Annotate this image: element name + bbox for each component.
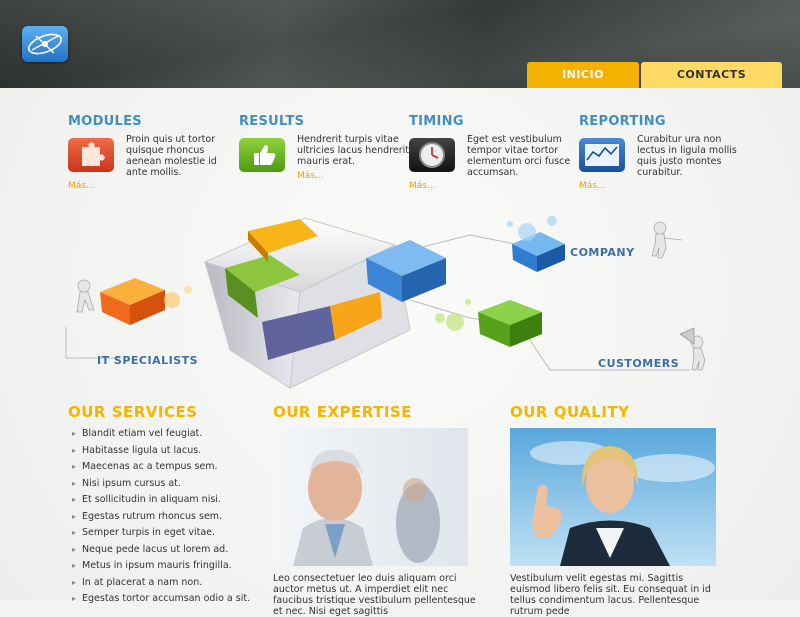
puzzle-icon xyxy=(68,138,114,172)
chart-icon xyxy=(579,138,625,172)
more-link[interactable]: Más... xyxy=(68,181,95,191)
feature-modules: MODULES Proin quis ut tortor quisque rho… xyxy=(68,114,238,191)
list-item[interactable]: Metus in ipsum mauris fringilla. xyxy=(72,559,250,576)
expertise-photo xyxy=(273,428,468,566)
feature-title: RESULTS xyxy=(239,114,305,129)
it-specialists-label: IT SPECIALISTS xyxy=(97,354,199,367)
list-item[interactable]: Nisi ipsum cursus at. xyxy=(72,477,250,494)
feature-text: Eget est vestibulum tempor vitae tortor … xyxy=(467,134,571,178)
feature-text: Proin quis ut tortor quisque rhoncus aen… xyxy=(126,134,217,178)
services-list: Blandit etiam vel feugiat. Habitasse lig… xyxy=(72,427,250,609)
feature-timing: TIMING Eget est vestibulum tempor vitae … xyxy=(409,114,579,191)
expertise-caption: Leo consectetuer leo duis aliquam orci a… xyxy=(273,573,476,617)
list-item[interactable]: Habitasse ligula ut lacus. xyxy=(72,444,250,461)
list-item[interactable]: Egestas rutrum rhoncus sem. xyxy=(72,510,250,527)
tab-inicio[interactable]: INICIO xyxy=(527,62,639,88)
list-item[interactable]: Semper turpis in eget vitae. xyxy=(72,526,250,543)
quality-caption: Vestibulum velit egestas mi. Sagittis eu… xyxy=(510,573,711,617)
quality-photo xyxy=(510,428,716,566)
list-item[interactable]: Egestas tortor accumsan odio a sit. xyxy=(72,592,250,609)
list-item[interactable]: In at placerat a nam non. xyxy=(72,576,250,593)
more-link[interactable]: Más... xyxy=(409,181,436,191)
quality-title: OUR QUALITY xyxy=(510,403,630,421)
list-item[interactable]: Blandit etiam vel feugiat. xyxy=(72,427,250,444)
feature-reporting: REPORTING Curabitur ura non lectus in li… xyxy=(579,114,749,191)
thumbs-up-icon xyxy=(239,138,285,172)
expertise-title: OUR EXPERTISE xyxy=(273,403,412,421)
clock-icon xyxy=(409,138,455,172)
services-title: OUR SERVICES xyxy=(68,403,198,421)
feature-text: Curabitur ura non lectus in ligula molli… xyxy=(637,134,737,178)
more-link[interactable]: Más... xyxy=(579,181,606,191)
list-item[interactable]: Maecenas ac a tempus sem. xyxy=(72,460,250,477)
tab-contacts[interactable]: CONTACTS xyxy=(641,62,782,88)
more-link[interactable]: Más... xyxy=(297,171,324,181)
customers-label: CUSTOMERS xyxy=(598,357,680,370)
feature-title: REPORTING xyxy=(579,114,666,129)
list-item[interactable]: Neque pede lacus ut lorem ad. xyxy=(72,543,250,560)
list-item[interactable]: Et sollicitudin in aliquam nisi. xyxy=(72,493,250,510)
company-label: COMPANY xyxy=(570,246,635,259)
feature-title: TIMING xyxy=(409,114,464,129)
logo-icon[interactable] xyxy=(22,26,68,62)
feature-text: Hendrerit turpis vitae ultricies lacus h… xyxy=(297,134,410,167)
feature-results: RESULTS Hendrerit turpis vitae ultricies… xyxy=(239,114,409,181)
feature-title: MODULES xyxy=(68,114,142,129)
